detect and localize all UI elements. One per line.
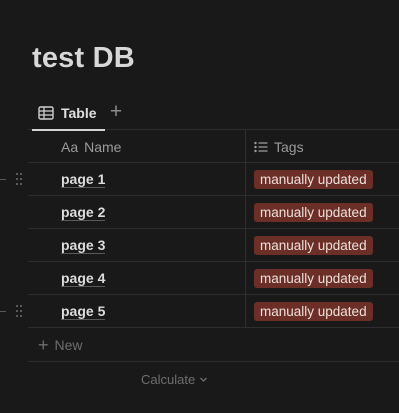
tags-cell[interactable]: manually updated (254, 262, 373, 295)
page-name[interactable]: page 4 (61, 270, 106, 287)
row-insert-line (0, 311, 6, 312)
table-row[interactable]: page 2 manually updated (28, 196, 399, 229)
name-cell[interactable]: page 5 (61, 295, 106, 328)
table-header-row: Aa Name Tags (28, 130, 399, 163)
page-name[interactable]: page 3 (61, 237, 106, 254)
tags-cell[interactable]: manually updated (254, 196, 373, 229)
table-row[interactable]: page 1 manually updated (28, 163, 399, 196)
new-row-button[interactable]: + New (28, 329, 399, 362)
column-divider (245, 262, 246, 294)
page-name[interactable]: page 2 (61, 204, 106, 221)
column-header-name-label: Name (84, 138, 122, 155)
calculate-button[interactable]: Calculate (141, 370, 208, 388)
tag-badge: manually updated (254, 302, 373, 321)
text-type-icon: Aa (61, 138, 79, 155)
add-view-button[interactable]: + (104, 99, 128, 123)
table-icon (38, 106, 54, 120)
tab-table-view[interactable]: Table (30, 96, 105, 131)
view-tabs-bar: Table + (28, 96, 399, 131)
row-insert-line (0, 179, 6, 180)
column-divider (245, 196, 246, 228)
column-divider (245, 295, 246, 327)
new-row-label: New (54, 337, 83, 353)
tags-cell[interactable]: manually updated (254, 163, 373, 196)
tags-cell[interactable]: manually updated (254, 229, 373, 262)
tag-badge: manually updated (254, 170, 373, 189)
drag-handle-icon[interactable] (16, 173, 22, 185)
table-row[interactable]: page 5 manually updated (28, 295, 399, 328)
tab-table-label: Table (61, 105, 97, 121)
column-header-tags-label: Tags (274, 138, 304, 155)
table-row[interactable]: page 3 manually updated (28, 229, 399, 262)
tag-badge: manually updated (254, 203, 373, 222)
drag-handle-icon[interactable] (16, 305, 22, 317)
chevron-down-icon (199, 375, 208, 384)
column-divider[interactable] (245, 130, 246, 162)
tag-badge: manually updated (254, 236, 373, 255)
column-divider (245, 163, 246, 195)
tags-cell[interactable]: manually updated (254, 295, 373, 328)
page-title[interactable]: test DB (32, 42, 135, 75)
table-row[interactable]: page 4 manually updated (28, 262, 399, 295)
column-divider (245, 229, 246, 261)
name-cell[interactable]: page 3 (61, 229, 106, 262)
name-cell[interactable]: page 2 (61, 196, 106, 229)
plus-icon: + (38, 335, 49, 355)
database-page: test DB Table + Aa Name Tags page 1 manu… (0, 0, 399, 413)
name-cell[interactable]: page 1 (61, 163, 106, 196)
calculate-label: Calculate (141, 371, 196, 387)
column-header-name[interactable]: Aa Name (61, 130, 121, 163)
page-name[interactable]: page 5 (61, 303, 106, 320)
column-header-tags[interactable]: Tags (254, 130, 304, 163)
page-name[interactable]: page 1 (61, 171, 106, 188)
list-icon (254, 141, 268, 153)
name-cell[interactable]: page 4 (61, 262, 106, 295)
tag-badge: manually updated (254, 269, 373, 288)
